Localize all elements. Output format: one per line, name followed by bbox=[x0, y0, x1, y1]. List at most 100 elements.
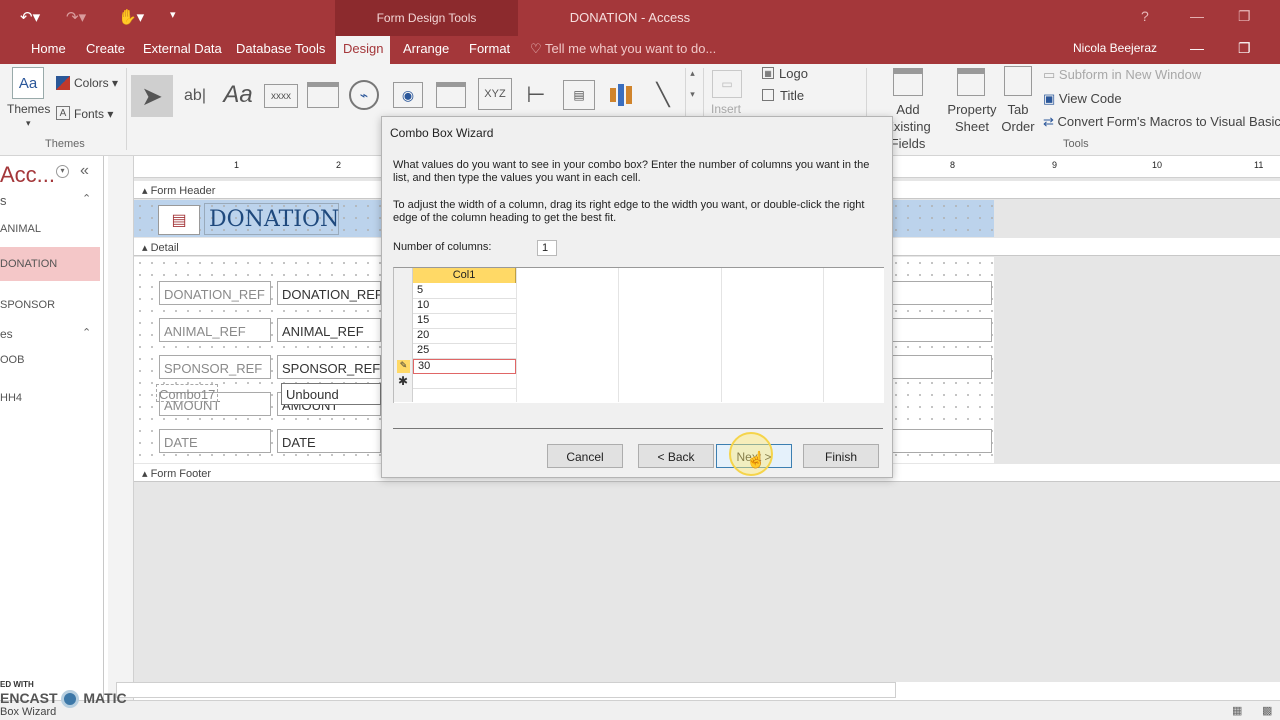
help-icon[interactable]: ? bbox=[1141, 8, 1149, 24]
view-code-label: View Code bbox=[1058, 91, 1122, 106]
grid-cell[interactable]: 10 bbox=[413, 299, 516, 314]
logo-button[interactable]: Logo bbox=[779, 66, 808, 81]
subform-new-window-label: Subform in New Window bbox=[1058, 67, 1202, 82]
form-footer-label: Form Footer bbox=[150, 468, 212, 480]
user-name[interactable]: Nicola Beejeraz bbox=[1073, 41, 1157, 55]
grid-cell-new[interactable] bbox=[413, 374, 516, 389]
themes-button-label[interactable]: Themes bbox=[7, 102, 50, 116]
customize-qat-icon[interactable]: ▾ bbox=[170, 8, 176, 21]
undo-icon[interactable]: ↶▾ bbox=[20, 8, 40, 26]
property-sheet-button[interactable]: Property Sheet bbox=[944, 101, 1000, 135]
combo-label[interactable]: Combo17 bbox=[156, 384, 218, 402]
fonts-button[interactable]: Fonts ▾ bbox=[74, 107, 113, 121]
insert-image-icon: ▭ bbox=[712, 70, 742, 98]
touch-mode-icon[interactable]: ✋▾ bbox=[118, 8, 144, 26]
nav-pane-title[interactable]: Acc... bbox=[0, 162, 55, 188]
share-icon[interactable]: ❐ bbox=[1238, 40, 1251, 57]
grid-cell[interactable]: 5 bbox=[413, 284, 516, 299]
view-code-icon: ▣ bbox=[1043, 91, 1056, 106]
title-icon bbox=[762, 89, 774, 101]
field-label[interactable]: DATE bbox=[159, 429, 271, 453]
gallery-scroll-icon[interactable]: ▴ ▾ bbox=[685, 68, 699, 120]
cancel-button[interactable]: Cancel bbox=[547, 444, 623, 468]
ribbon-collapse-icon[interactable]: — bbox=[1190, 40, 1204, 56]
grid-line bbox=[618, 268, 619, 402]
form-title-label[interactable]: DONATION bbox=[204, 203, 339, 235]
tab-design[interactable]: Design bbox=[336, 36, 391, 64]
form-header-label: Form Header bbox=[150, 185, 216, 197]
nav-item-donation[interactable]: DONATION bbox=[0, 247, 100, 281]
grid-cell-active[interactable]: 30 bbox=[413, 359, 516, 374]
themes-icon[interactable]: Aa bbox=[12, 67, 44, 99]
ruler-number: 1 bbox=[234, 160, 240, 170]
grid-cell[interactable]: 15 bbox=[413, 314, 516, 329]
finish-button[interactable]: Finish bbox=[803, 444, 879, 468]
tab-database-tools[interactable]: Database Tools bbox=[236, 41, 325, 56]
field-label[interactable]: DONATION_REF bbox=[159, 281, 271, 305]
select-pointer-icon[interactable]: ➤ bbox=[131, 75, 173, 117]
label-control-icon[interactable]: Aa bbox=[220, 80, 256, 110]
tab-external-data[interactable]: External Data bbox=[143, 41, 222, 56]
field-textbox[interactable]: ANIMAL_REF bbox=[277, 318, 381, 342]
button-control-icon[interactable]: xxxx bbox=[264, 84, 298, 108]
tell-me-box[interactable]: ♡ Tell me what you want to do... bbox=[530, 41, 716, 57]
field-label[interactable]: SPONSOR_REF bbox=[159, 355, 271, 379]
nav-menu-icon[interactable]: ▾ bbox=[56, 165, 69, 178]
tab-format[interactable]: Format bbox=[469, 41, 510, 56]
nav-item-hh4[interactable]: HH4 bbox=[0, 392, 100, 404]
new-row-icon: ✱ bbox=[398, 374, 409, 388]
nav-collapse-icon[interactable]: « bbox=[80, 162, 89, 180]
columns-label: Number of columns: bbox=[393, 241, 492, 253]
dialog-instruction: What values do you want to see in your c… bbox=[393, 159, 870, 184]
form-icon[interactable]: ▤ bbox=[158, 205, 200, 235]
text-box-control-icon[interactable]: ab| bbox=[178, 82, 212, 110]
grid-cell[interactable]: 20 bbox=[413, 329, 516, 344]
columns-input[interactable]: 1 bbox=[537, 240, 557, 256]
navigation-control-icon[interactable] bbox=[436, 82, 466, 108]
web-browser-icon[interactable]: ◉ bbox=[393, 82, 423, 108]
nav-item-animal[interactable]: ANIMAL bbox=[0, 219, 100, 241]
tab-create[interactable]: Create bbox=[86, 41, 125, 56]
themes-dropdown-icon[interactable]: ▾ bbox=[26, 118, 31, 129]
combo-box[interactable]: Unbound bbox=[281, 383, 381, 405]
contextual-tab-group-label: Form Design Tools bbox=[376, 11, 477, 25]
redo-icon[interactable]: ↷▾ bbox=[66, 8, 86, 26]
page-break-icon[interactable]: ⊢ bbox=[522, 80, 550, 110]
colors-button[interactable]: Colors ▾ bbox=[74, 76, 118, 90]
column-header[interactable]: Col1 bbox=[413, 268, 516, 283]
nav-section-collapse-icon[interactable]: ⌃ bbox=[82, 326, 91, 339]
values-grid[interactable]: Col1 5 10 15 20 25 30 ✎ ✱ bbox=[393, 267, 884, 403]
tab-arrange[interactable]: Arrange bbox=[403, 41, 449, 56]
fonts-label: Fonts bbox=[74, 107, 105, 121]
nav-item-oob[interactable]: OOB bbox=[0, 354, 100, 366]
vertical-ruler bbox=[108, 156, 134, 700]
horizontal-scrollbar[interactable] bbox=[116, 682, 896, 698]
field-textbox[interactable]: SPONSOR_REF bbox=[277, 355, 381, 379]
restore-icon[interactable]: ❐ bbox=[1238, 8, 1251, 25]
view-code-button[interactable]: ▣ View Code bbox=[1043, 91, 1122, 107]
ruler-number: 11 bbox=[1254, 160, 1264, 170]
back-button[interactable]: < Back bbox=[638, 444, 714, 468]
field-textbox[interactable]: DONATION_REF bbox=[277, 281, 381, 305]
tab-order-button[interactable]: Tab Order bbox=[1000, 101, 1036, 135]
field-textbox[interactable]: DATE bbox=[277, 429, 381, 453]
nav-section-collapse-icon[interactable]: ⌃ bbox=[82, 192, 91, 205]
design-view-icon[interactable]: ▩ bbox=[1262, 704, 1272, 717]
field-label[interactable]: ANIMAL_REF bbox=[159, 318, 271, 342]
chart-icon[interactable] bbox=[606, 82, 636, 108]
nav-item-sponsor[interactable]: SPONSOR bbox=[0, 295, 100, 317]
tab-home[interactable]: Home bbox=[31, 41, 66, 56]
title-button[interactable]: Title bbox=[780, 88, 804, 103]
hyperlink-icon[interactable]: ⌁ bbox=[349, 80, 379, 110]
form-view-icon[interactable]: ▦ bbox=[1232, 704, 1242, 717]
lightbulb-icon: ♡ bbox=[530, 41, 546, 56]
convert-macros-button[interactable]: ⇄ Convert Form's Macros to Visual Basic bbox=[1043, 114, 1280, 130]
minimize-icon[interactable]: — bbox=[1190, 8, 1204, 24]
tab-control-icon[interactable] bbox=[307, 82, 339, 108]
field-textbox-edge bbox=[893, 318, 992, 342]
combo-box-icon[interactable]: ▤ bbox=[563, 80, 595, 110]
line-icon[interactable]: ╲ bbox=[648, 80, 678, 110]
navigation-pane: Acc... ▾ « s ⌃ ANIMAL DONATION SPONSOR e… bbox=[0, 156, 104, 720]
grid-cell[interactable]: 25 bbox=[413, 344, 516, 359]
option-group-icon[interactable]: XYZ bbox=[478, 78, 512, 110]
